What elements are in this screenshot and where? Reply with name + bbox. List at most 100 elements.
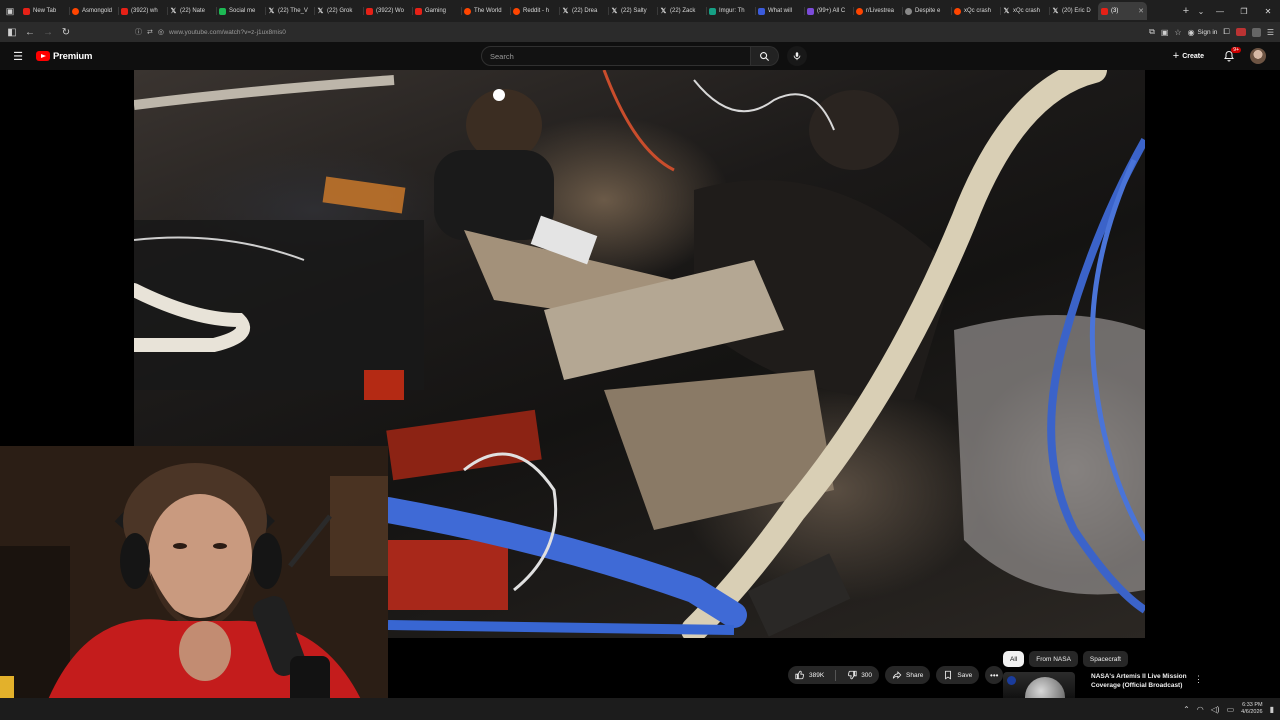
guide-menu-icon[interactable]: ☰ (0, 50, 36, 63)
create-label: Create (1182, 52, 1204, 60)
sign-in-button[interactable]: ◉ Sign in (1188, 28, 1218, 37)
reddit-icon (954, 7, 961, 15)
browser-tab[interactable]: 𝕏 (22) Salty (608, 2, 657, 20)
reddit-icon (513, 7, 520, 15)
browser-tab[interactable]: Asmongold (69, 2, 118, 20)
wifi-icon[interactable]: ◠ (1197, 705, 1204, 714)
url-text: www.youtube.com/watch?v=z-j1ux8mis0 (168, 28, 286, 36)
browser-tab[interactable]: New Tab (20, 2, 69, 20)
chip-spacecraft[interactable]: Spacecraft (1082, 651, 1128, 667)
notification-center-icon[interactable]: ▮ (1270, 705, 1274, 714)
browser-tab[interactable]: r/Livestrea (853, 2, 902, 20)
youtube-icon (366, 7, 373, 15)
browser-tab[interactable]: Imgur: Th (706, 2, 755, 20)
browser-tab[interactable]: (3922) Wo (363, 2, 412, 20)
circle-icon (905, 7, 912, 15)
install-icon[interactable]: ⧉ (1149, 27, 1155, 37)
share-button[interactable]: Share (885, 666, 931, 684)
forward-button[interactable]: → (39, 27, 57, 38)
extension-icon[interactable] (1251, 27, 1261, 37)
back-button[interactable]: ← (21, 27, 39, 38)
like-dislike-segment: 389K 300 (788, 666, 880, 684)
save-button[interactable]: Save (936, 666, 980, 684)
bookmark-star-icon[interactable]: ☆ (1174, 28, 1181, 37)
browser-tab[interactable]: The World (461, 2, 510, 20)
os-taskbar: ⌃ ◠ ◁) ▭ 6:33 PM 4/6/2026 ▮ (0, 698, 1280, 720)
restore-button[interactable]: ❐ (1232, 7, 1256, 16)
thumbs-up-icon (795, 670, 804, 680)
address-bar[interactable]: ⓘ ⇄ ◎ www.youtube.com/watch?v=z-j1ux8mis… (135, 25, 1065, 39)
browser-tab[interactable]: (3) ✕ (1098, 2, 1147, 20)
browser-tab[interactable]: 𝕏 (22) Grok (314, 2, 363, 20)
related-video-item[interactable]: NASA's Artemis II Live Mission Coverage … (1003, 672, 1213, 698)
bookmark-icon (945, 670, 952, 680)
reload-button[interactable]: ↻ (57, 27, 75, 38)
monitor-icon[interactable]: ▭ (1227, 705, 1235, 714)
browser-tab[interactable]: Despite e (902, 2, 951, 20)
youtube-logo[interactable]: Premium (36, 51, 92, 62)
tune-icon[interactable]: ⇄ (147, 28, 153, 36)
search-input[interactable] (481, 46, 751, 66)
volume-icon[interactable]: ◁) (1211, 705, 1220, 714)
tab-title: What will (768, 8, 793, 14)
tab-title: (22) Nate (180, 8, 206, 14)
more-actions-button[interactable]: ••• (985, 666, 1004, 684)
browser-tab[interactable]: (3922) wh (118, 2, 167, 20)
pip-icon[interactable]: ▣ (1161, 28, 1169, 37)
related-video-thumbnail[interactable] (1003, 672, 1075, 698)
notification-count-badge: 9+ (1231, 47, 1241, 53)
notifications-button[interactable]: 9+ (1220, 46, 1241, 66)
youtube-masthead: ☰ Premium + Create 9+ (0, 42, 1280, 70)
tab-title: Despite e (915, 8, 941, 14)
search-button[interactable] (751, 46, 779, 66)
taskbar-clock[interactable]: 6:33 PM 4/6/2026 (1241, 702, 1262, 716)
extension-badge-icon[interactable] (1235, 28, 1246, 36)
browser-tab[interactable]: (99+) All C (804, 2, 853, 20)
browser-tab[interactable]: What will (755, 2, 804, 20)
browser-tab[interactable]: Social me (216, 2, 265, 20)
minimize-button[interactable]: — (1208, 7, 1232, 16)
browser-toolbar: ◧ ← → ↻ ⓘ ⇄ ◎ www.youtube.com/watch?v=z-… (0, 22, 1280, 42)
related-video-title[interactable]: NASA's Artemis II Live Mission Coverage … (1075, 672, 1213, 698)
browser-tab[interactable]: xQc crash (951, 2, 1000, 20)
chevron-up-icon[interactable]: ⌃ (1183, 705, 1190, 714)
account-icon: ◉ (1187, 27, 1195, 37)
tab-title: (3922) wh (131, 8, 158, 14)
voice-search-button[interactable] (787, 46, 807, 66)
browser-tab[interactable]: 𝕏xQc crash (1000, 2, 1049, 20)
chip-all[interactable]: All (1003, 651, 1025, 667)
kebab-menu-icon[interactable]: ⋮ (1194, 674, 1203, 685)
browser-tab[interactable]: 𝕏 (22) Drea (559, 2, 608, 20)
browser-tab[interactable]: 𝕏 (20) Eric D (1049, 2, 1098, 20)
browser-tab[interactable]: Gaming (412, 2, 461, 20)
sidebar-icon[interactable]: ◧ (3, 27, 21, 38)
tab-title: (3922) Wo (376, 8, 404, 14)
browser-tab[interactable]: 𝕏 (22) The_V (265, 2, 314, 20)
close-tab-icon[interactable]: ✕ (1138, 7, 1144, 15)
new-tab-button[interactable]: + (1178, 5, 1194, 17)
tab-search-icon[interactable]: ⌄ (1194, 7, 1208, 16)
avatar[interactable] (1250, 48, 1266, 64)
clock-date: 4/6/2026 (1241, 709, 1263, 715)
browser-tab[interactable]: Reddit - h (510, 2, 559, 20)
tracking-icon[interactable]: ◎ (158, 28, 164, 36)
site-info-icon[interactable]: ⓘ (135, 27, 142, 37)
youtube-icon (121, 7, 128, 15)
video-action-bar: 389K 300 Share Save ••• (788, 666, 1004, 684)
dislike-button[interactable]: 300 (840, 666, 879, 684)
browser-menu-icon[interactable]: ☰ (1267, 28, 1274, 37)
thumbs-down-icon (848, 670, 857, 680)
extensions-icon[interactable]: ⧠ (1223, 27, 1229, 37)
tab-title: (22) Zack (670, 8, 696, 14)
chip-from-nasa[interactable]: From NASA (1029, 651, 1078, 667)
reddit-icon (464, 7, 471, 15)
browser-tab-strip: ▣ New Tab Asmongold (3922) wh 𝕏 (22) Nate Soc… (0, 0, 1280, 22)
browser-tab[interactable]: 𝕏 (22) Nate (167, 2, 216, 20)
like-button[interactable]: 389K (788, 666, 831, 684)
browser-tab[interactable]: 𝕏 (22) Zack (657, 2, 706, 20)
streamer-webcam-overlay (0, 446, 388, 720)
create-button[interactable]: + Create (1169, 46, 1208, 66)
like-divider (835, 669, 837, 681)
close-window-button[interactable]: ✕ (1256, 7, 1280, 16)
tab-actions-icon[interactable]: ▣ (0, 0, 20, 22)
